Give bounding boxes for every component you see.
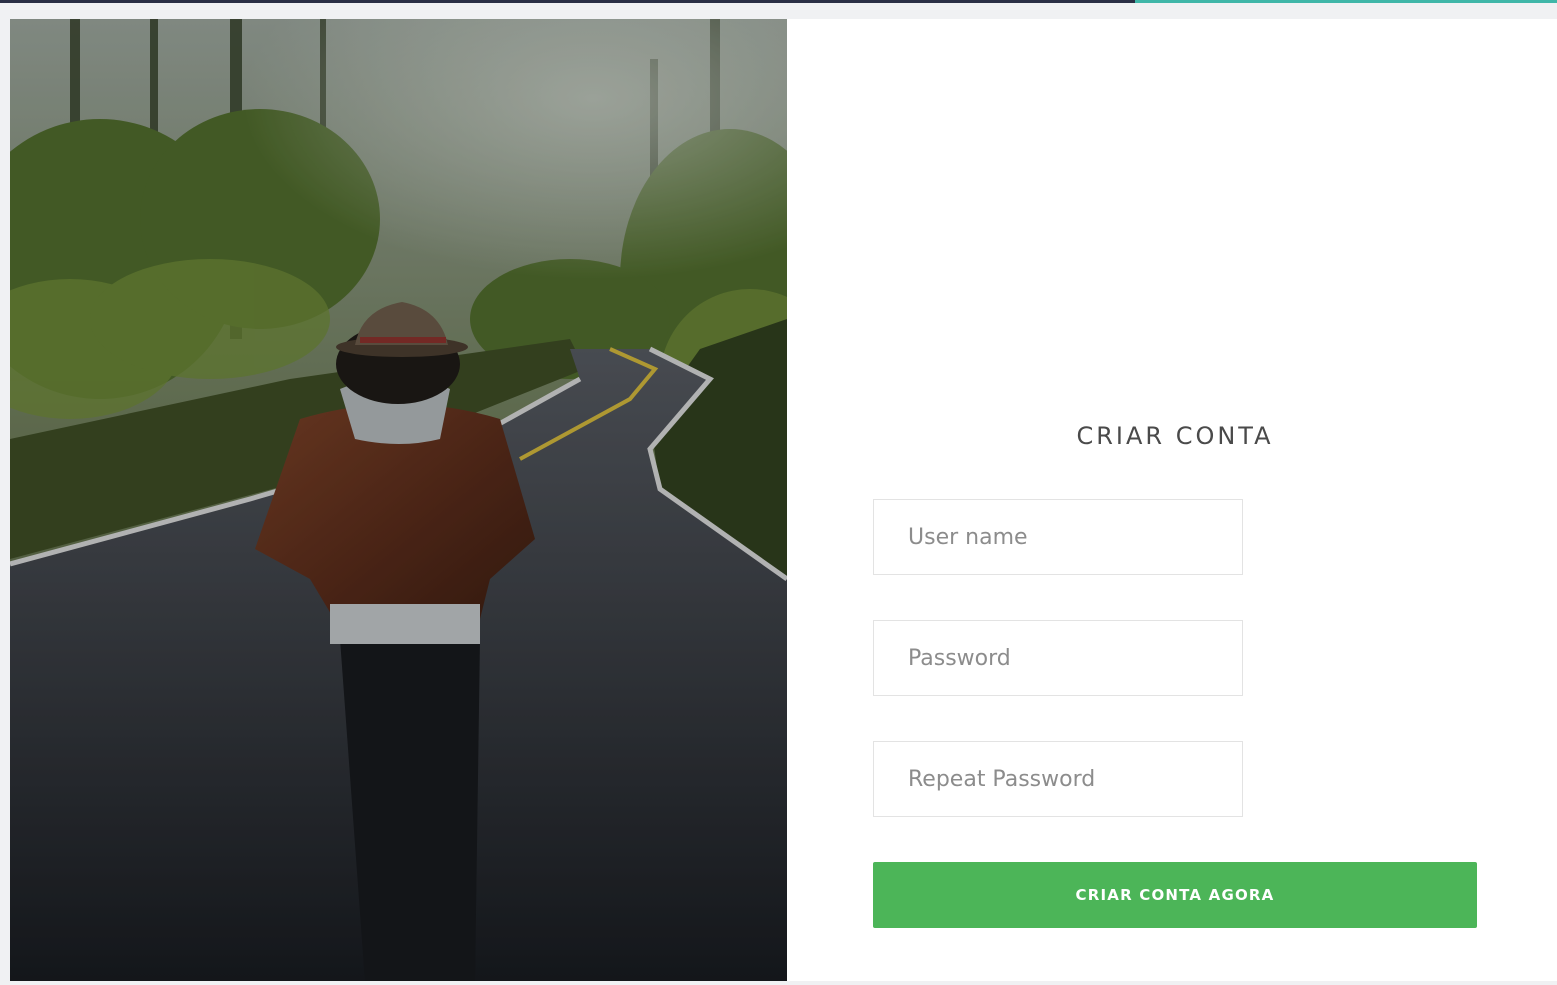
top-accent-bar [0, 0, 1557, 3]
top-accent-segment [1135, 0, 1557, 3]
form-title: CRIAR CONTA [1076, 422, 1274, 450]
password-input[interactable] [873, 620, 1243, 696]
signup-form: CRIAR CONTA CRIAR CONTA AGORA [787, 19, 1557, 981]
hero-photo [10, 19, 787, 981]
username-input[interactable] [873, 499, 1243, 575]
create-account-button[interactable]: CRIAR CONTA AGORA [873, 862, 1477, 928]
repeat-password-input[interactable] [873, 741, 1243, 817]
hiker-on-forest-road-image [10, 19, 787, 981]
signup-card: CRIAR CONTA CRIAR CONTA AGORA [10, 19, 1557, 981]
